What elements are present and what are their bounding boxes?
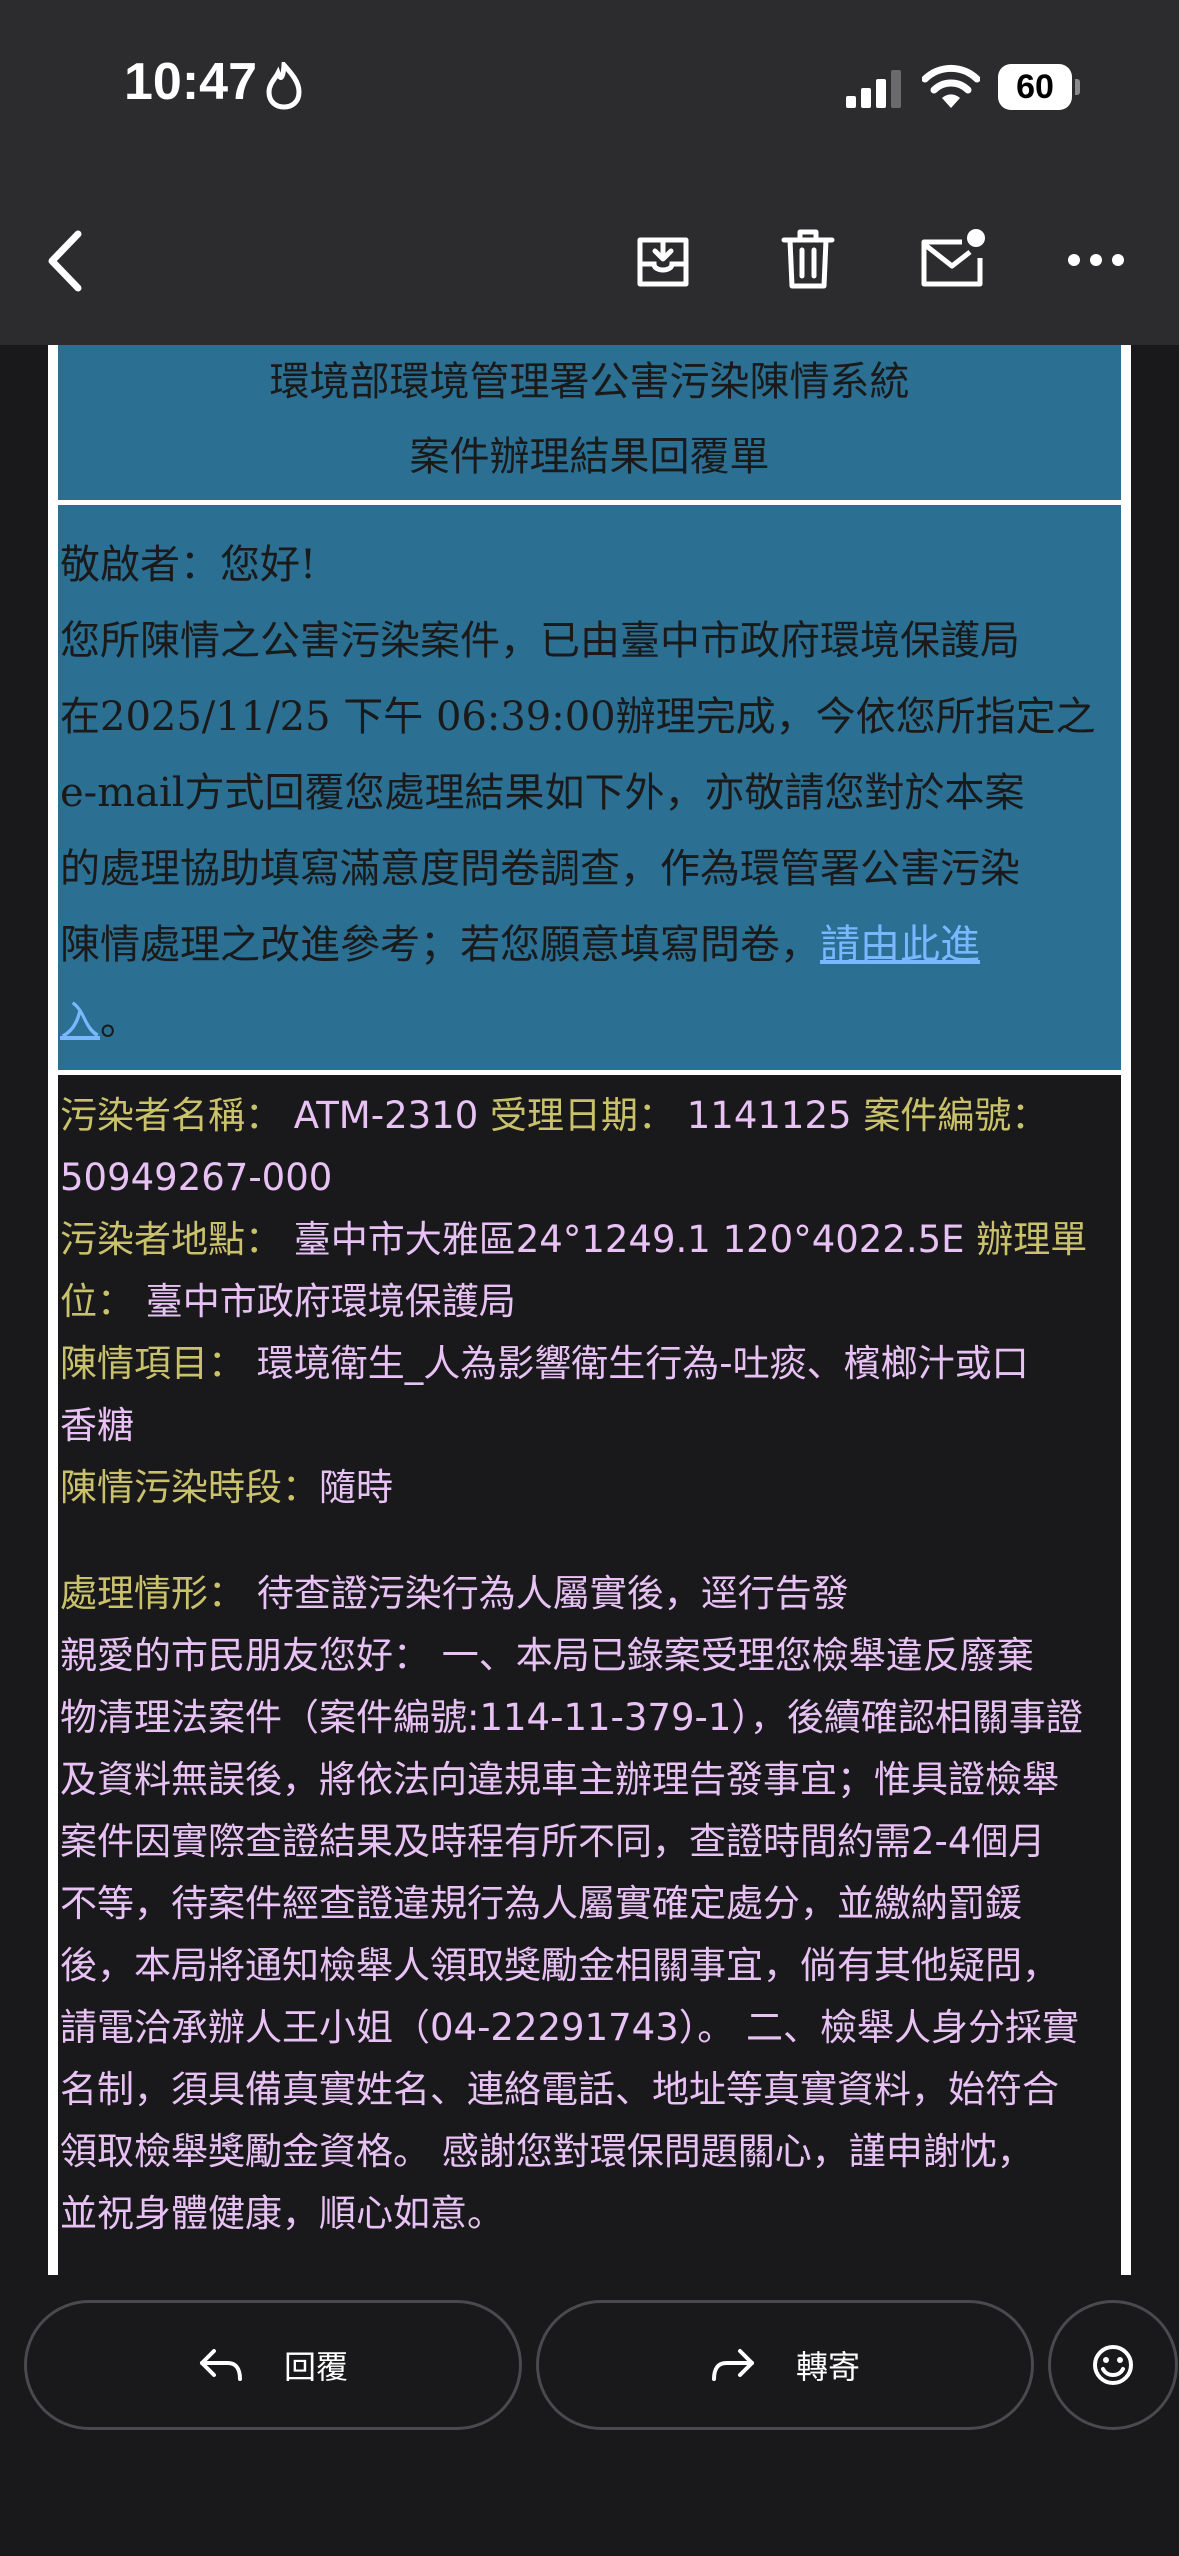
battery-level: 60 <box>1016 68 1054 106</box>
handling-line: 領取檢舉獎勵金資格。 感謝您對環保問題關心，謹申謝忱， <box>60 2130 1034 2173</box>
body-line-2: 在2025/11/25 下午 06:39:00辦理完成，今依您所指定之 <box>60 694 1096 740</box>
cellular-signal-icon <box>846 70 901 108</box>
period-label: 陳情污染時段： <box>60 1466 319 1509</box>
email-body[interactable]: 環境部環境管理署公害污染陳情系統 案件辦理結果回覆單 敬啟者：您好! 您所陳情之… <box>48 300 1131 2275</box>
forward-arrow-icon <box>711 2349 754 2381</box>
reply-label: 回覆 <box>283 2349 348 2385</box>
hotspot-flame-icon <box>266 62 302 110</box>
body-line-4: 的處理協助填寫滿意度問卷調查，作為環管署公害污染 <box>60 846 1020 892</box>
polluter-name-label: 污染者名稱： <box>60 1094 282 1137</box>
greeting: 敬啟者：您好! <box>60 542 317 588</box>
item-value: 環境衛生_人為影響衛生行為-吐痰、檳榔汁或口 <box>245 1342 1029 1385</box>
info-line-location: 污染者地點： 臺中市大雅區24°1249.1 120°4022.5E 辦理單 <box>60 1209 1117 1271</box>
smiley-face-icon <box>1093 2345 1133 2385</box>
mark-unread-icon[interactable] <box>918 226 988 292</box>
archive-icon[interactable] <box>630 226 696 292</box>
reply-button[interactable]: 回覆 <box>24 2300 522 2430</box>
bottom-action-bar: 回覆 轉寄 <box>0 2275 1179 2556</box>
case-no-line: 50949267-000 <box>60 1156 333 1199</box>
emoji-reaction-button[interactable] <box>1048 2300 1178 2430</box>
handling-line: 並祝身體健康，順心如意。 <box>60 2192 504 2235</box>
location-value: 臺中市大雅區24°1249.1 120°4022.5E <box>282 1218 977 1261</box>
info-line-handling: 處理情形： 待查證污染行為人屬實後，逕行告發 <box>60 1563 1117 1625</box>
handling-line: 請電洽承辦人王小姐（04-22291743）。 二、檢舉人身分採實 <box>60 2006 1080 2049</box>
handling-line: 不等，待案件經查證違規行為人屬實確定處分，並繳納罰鍰 <box>60 1882 1022 1925</box>
email-title-line1: 環境部環境管理署公害污染陳情系統 <box>269 359 910 405</box>
body-line-1: 您所陳情之公害污染案件，已由臺中市政府環境保護局 <box>60 618 1020 664</box>
top-bar: 10:47 60 <box>0 0 1179 345</box>
unit-value: 臺中市政府環境保護局 <box>134 1280 516 1323</box>
accept-date: 1141125 <box>675 1094 864 1137</box>
back-chevron-icon[interactable] <box>40 226 90 296</box>
reply-arrow-icon <box>199 2349 242 2381</box>
body-end: 。 <box>100 998 140 1044</box>
handling-line: 名制，須具備真實姓名、連絡電話、地址等真實資料，始符合 <box>60 2068 1059 2111</box>
case-no-label: 案件編號： <box>863 1094 1049 1137</box>
unit-label-part2: 位： <box>60 1280 134 1323</box>
period-value: 隨時 <box>319 1466 393 1509</box>
unit-label-part1: 辦理單 <box>976 1218 1088 1261</box>
item-value-continued: 香糖 <box>60 1404 134 1447</box>
handling-line: 及資料無誤後，將依法向違規車主辦理告發事宜；惟具證檢舉 <box>60 1758 1059 1801</box>
handling-line: 物清理法案件（案件編號:114-11-379-1），後續確認相關事證 <box>60 1696 1083 1739</box>
status-time: 10:47 <box>124 53 257 111</box>
case-info-cell: 污染者名稱： ATM-2310 受理日期： 1141125 案件編號： 5094… <box>58 1075 1121 2275</box>
location-label: 污染者地點： <box>60 1218 282 1261</box>
survey-link-continued[interactable]: 入 <box>60 998 100 1044</box>
body-line-3: e-mail方式回覆您處理結果如下外，亦敬請您對於本案 <box>60 770 1025 816</box>
wifi-icon <box>922 64 980 108</box>
info-line-item: 陳情項目： 環境衛生_人為影響衛生行為-吐痰、檳榔汁或口 <box>60 1333 1117 1395</box>
email-message-cell: 敬啟者：您好! 您所陳情之公害污染案件，已由臺中市政府環境保護局 在2025/1… <box>58 505 1121 1070</box>
survey-link[interactable]: 請由此進 <box>820 922 980 968</box>
body-last-prefix: 陳情處理之改進參考；若您願意填寫問卷， <box>60 922 820 968</box>
forward-button[interactable]: 轉寄 <box>536 2300 1034 2430</box>
info-line-name: 污染者名稱： ATM-2310 受理日期： 1141125 案件編號： <box>60 1085 1117 1147</box>
handling-label: 處理情形： <box>60 1572 245 1615</box>
battery-icon: 60 <box>998 64 1080 110</box>
body-line-5: 陳情處理之改進參考；若您願意填寫問卷，請由此進 <box>60 907 1121 983</box>
more-icon[interactable] <box>1066 240 1126 280</box>
body-line-6: 入。 <box>60 983 1121 1059</box>
handling-summary: 待查證污染行為人屬實後，逕行告發 <box>245 1572 849 1615</box>
info-line-unit: 位： 臺中市政府環境保護局 <box>60 1271 1117 1333</box>
email-title-line2: 案件辦理結果回覆單 <box>409 434 770 480</box>
email-title-cell: 環境部環境管理署公害污染陳情系統 案件辦理結果回覆單 <box>58 340 1121 500</box>
handling-line: 後，本局將通知檢舉人領取獎勵金相關事宜，倘有其他疑問， <box>60 1944 1059 1987</box>
handling-line: 親愛的市民朋友您好： 一、本局已錄案受理您檢舉違反廢棄 <box>60 1634 1034 1677</box>
accept-date-label: 受理日期： <box>490 1094 675 1137</box>
polluter-name: ATM-2310 <box>282 1094 490 1137</box>
info-line-period: 陳情污染時段：隨時 <box>60 1457 1117 1519</box>
forward-label: 轉寄 <box>795 2349 860 2385</box>
mail-screen: 環境部環境管理署公害污染陳情系統 案件辦理結果回覆單 敬啟者：您好! 您所陳情之… <box>0 0 1179 2556</box>
item-label: 陳情項目： <box>60 1342 245 1385</box>
trash-icon[interactable] <box>778 226 838 292</box>
handling-line: 案件因實際查證結果及時程有所不同，查證時間約需2-4個月 <box>60 1820 1046 1863</box>
